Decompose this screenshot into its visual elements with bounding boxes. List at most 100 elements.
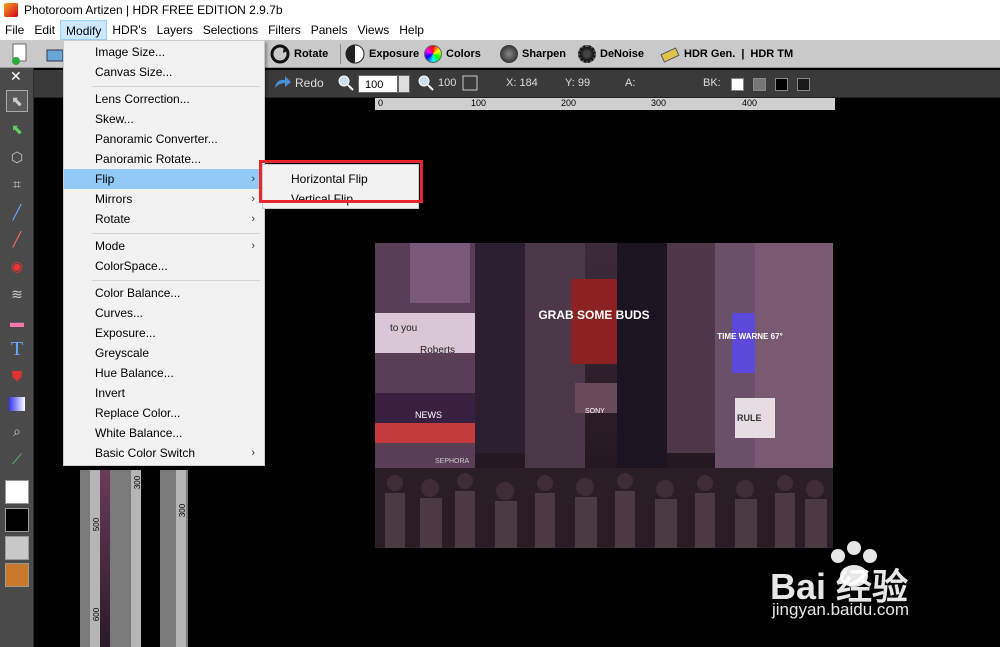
- zoom-in-icon[interactable]: [338, 75, 354, 94]
- vertical-ruler: 300: [176, 470, 187, 647]
- bk-dark-swatch[interactable]: [797, 78, 810, 91]
- menu-item-label: Flip: [95, 172, 115, 186]
- sharpen-label: Sharpen: [522, 48, 567, 60]
- menu-item-rotate[interactable]: Rotate ›: [64, 209, 264, 229]
- menu-item-color-balance[interactable]: Color Balance...: [64, 283, 264, 303]
- rotate-icon: [270, 44, 290, 64]
- hdr-gen-label: HDR Gen.: [684, 48, 736, 60]
- select-tool-icon[interactable]: ⬉: [6, 90, 28, 112]
- menu-item-greyscale[interactable]: Greyscale: [64, 343, 264, 363]
- menu-item-label: Mode: [95, 239, 126, 253]
- pen-tool-icon[interactable]: ╱: [6, 228, 28, 250]
- redeye-tool-icon[interactable]: ◉: [6, 255, 28, 277]
- eyedropper-tool-icon[interactable]: ⟋: [6, 448, 28, 470]
- menu-panels[interactable]: Panels: [306, 20, 353, 40]
- menu-item-label: Hue Balance...: [95, 366, 174, 380]
- redo-button[interactable]: Redo: [272, 74, 324, 92]
- rotate-button[interactable]: Rotate: [270, 43, 328, 65]
- menu-item-lens-correction[interactable]: Lens Correction...: [64, 89, 264, 109]
- menu-item-white-balance[interactable]: White Balance...: [64, 423, 264, 443]
- zoom-input[interactable]: 100: [358, 75, 398, 93]
- canvas-image[interactable]: GRAB SOME BUDS TIME WARNE 67° NEWS SONY …: [375, 243, 833, 548]
- denoise-button[interactable]: DeNoise: [578, 43, 644, 65]
- background-color[interactable]: [5, 508, 29, 532]
- gradient-tool-icon[interactable]: [6, 393, 28, 415]
- texture-swatch[interactable]: [5, 563, 29, 587]
- menu-item-invert[interactable]: Invert: [64, 383, 264, 403]
- menu-item-panoramic-rotate[interactable]: Panoramic Rotate...: [64, 149, 264, 169]
- fit-icon[interactable]: [462, 75, 478, 94]
- window-title: Photoroom Artizen | HDR FREE EDITION 2.9…: [24, 3, 283, 17]
- menu-item-mode[interactable]: Mode ›: [64, 236, 264, 256]
- folder-icon: [46, 49, 64, 62]
- menu-item-replace-color[interactable]: Replace Color...: [64, 403, 264, 423]
- menu-item-label: Curves...: [95, 306, 144, 320]
- menu-item-label: Canvas Size...: [95, 65, 173, 79]
- bk-black-swatch[interactable]: [775, 78, 788, 91]
- colors-button[interactable]: Colors: [424, 43, 481, 65]
- menu-item-colorspace[interactable]: ColorSpace...: [64, 256, 264, 276]
- hdr-tm-label[interactable]: HDR TM: [750, 48, 793, 60]
- menu-item-label: White Balance...: [95, 426, 183, 440]
- exposure-button[interactable]: Exposure: [345, 43, 419, 65]
- title-bar: Photoroom Artizen | HDR FREE EDITION 2.9…: [0, 0, 1000, 20]
- zoom-out-icon[interactable]: [418, 75, 434, 94]
- exposure-icon: [345, 44, 365, 64]
- add-select-tool-icon[interactable]: ⬉: [6, 118, 28, 140]
- zoom-tool-icon[interactable]: ⌕: [6, 420, 28, 442]
- menu-item-skew[interactable]: Skew...: [64, 109, 264, 129]
- sign-budweiser: GRAB SOME BUDS: [538, 308, 649, 322]
- sign-times: TIME WARNE 67°: [717, 332, 782, 341]
- x-coordinate: X: 184: [506, 77, 538, 89]
- modify-menu-dropdown: Image Size... Canvas Size... Lens Correc…: [63, 40, 265, 466]
- foreground-color[interactable]: [5, 480, 29, 504]
- bk-white-swatch[interactable]: [731, 78, 744, 91]
- menu-views[interactable]: Views: [352, 20, 394, 40]
- menu-file[interactable]: File: [0, 20, 29, 40]
- denoise-label: DeNoise: [600, 48, 645, 60]
- menu-filters[interactable]: Filters: [263, 20, 306, 40]
- menu-item-label: Panoramic Rotate...: [95, 152, 202, 166]
- menu-item-image-size[interactable]: Image Size...: [64, 42, 264, 62]
- callout-highlight: [259, 160, 423, 203]
- menu-bar: File Edit Modify HDR's Layers Selections…: [0, 20, 1000, 40]
- menu-item-label: Basic Color Switch: [95, 446, 196, 460]
- vertical-ruler: 500 600: [90, 470, 101, 647]
- bk-gray-swatch[interactable]: [753, 78, 766, 91]
- lasso-tool-icon[interactable]: ⬡: [6, 146, 28, 168]
- app-window: Photoroom Artizen | HDR FREE EDITION 2.9…: [0, 0, 1000, 647]
- eraser-tool-icon[interactable]: ▬: [6, 311, 28, 333]
- menu-item-label: Greyscale: [95, 346, 150, 360]
- crop-tool-icon[interactable]: ⌗: [6, 173, 28, 195]
- sign-rule: RULE: [737, 413, 762, 423]
- submenu-arrow-icon: ›: [251, 193, 255, 205]
- menu-layers[interactable]: Layers: [152, 20, 198, 40]
- menu-item-mirrors[interactable]: Mirrors ›: [64, 189, 264, 209]
- menu-item-flip[interactable]: Flip ›: [64, 169, 264, 189]
- bucket-tool-icon[interactable]: ⛊: [6, 365, 28, 387]
- menu-item-exposure[interactable]: Exposure...: [64, 323, 264, 343]
- menu-hdrs[interactable]: HDR's: [107, 20, 151, 40]
- menu-item-curves[interactable]: Curves...: [64, 303, 264, 323]
- ruler-tick-label: 300: [651, 98, 667, 108]
- neutral-color[interactable]: [5, 536, 29, 560]
- smudge-tool-icon[interactable]: ≋: [6, 283, 28, 305]
- zoom-stepper[interactable]: [398, 75, 410, 93]
- close-icon[interactable]: ✕: [10, 68, 22, 85]
- new-file-button[interactable]: [10, 43, 30, 65]
- menu-modify[interactable]: Modify: [60, 20, 108, 40]
- menu-edit[interactable]: Edit: [29, 20, 60, 40]
- menu-item-canvas-size[interactable]: Canvas Size...: [64, 62, 264, 82]
- hdr-gen-button[interactable]: HDR Gen. | HDR TM: [660, 43, 793, 65]
- menu-help[interactable]: Help: [394, 20, 429, 40]
- text-tool-icon[interactable]: T: [6, 338, 28, 360]
- menu-selections[interactable]: Selections: [198, 20, 263, 40]
- open-folder-button[interactable]: [46, 43, 64, 65]
- rotate-label: Rotate: [294, 48, 329, 60]
- menu-item-hue-balance[interactable]: Hue Balance...: [64, 363, 264, 383]
- brush-tool-icon[interactable]: ╱: [6, 201, 28, 223]
- sharpen-button[interactable]: Sharpen: [500, 43, 566, 65]
- menu-item-basic-color-switch[interactable]: Basic Color Switch ›: [64, 443, 264, 463]
- menu-item-panoramic-converter[interactable]: Panoramic Converter...: [64, 129, 264, 149]
- ruler-tick-label: 0: [378, 98, 384, 108]
